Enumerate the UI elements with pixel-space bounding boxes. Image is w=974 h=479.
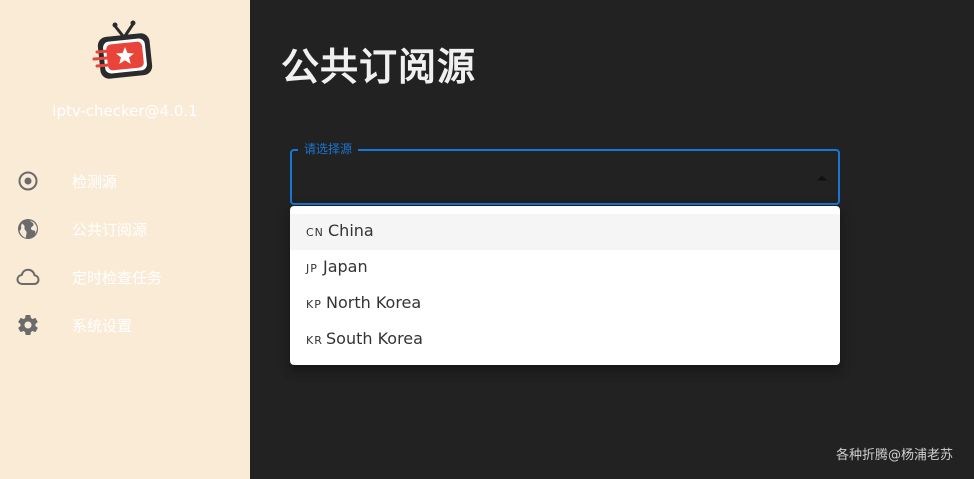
sidebar-item-label: 公共订阅源 [72, 221, 148, 239]
sidebar-item-public-sources[interactable]: 公共订阅源 [0, 209, 250, 249]
option-south-korea[interactable]: KR South Korea [290, 322, 840, 358]
option-north-korea[interactable]: KP North Korea [290, 286, 840, 322]
country-code: JP [306, 262, 318, 275]
country-code: KP [306, 298, 322, 311]
sidebar: iptv-checker@4.0.1 检测源 公共订阅源 定时检查任务 系统设置 [0, 0, 250, 479]
option-china[interactable]: CN China [290, 214, 840, 250]
country-code: CN [306, 226, 324, 239]
country-name: Japan [323, 257, 368, 276]
watermark: 各种折腾@杨浦老苏 [835, 448, 953, 463]
option-japan[interactable]: JP Japan [290, 250, 840, 286]
sidebar-item-label: 定时检查任务 [72, 269, 163, 287]
globe-icon [18, 219, 38, 239]
gear-icon [18, 315, 38, 336]
sidebar-item-check-sources[interactable]: 检测源 [0, 161, 250, 201]
tv-logo-icon [92, 20, 153, 79]
country-name: South Korea [326, 329, 423, 348]
sidebar-item-settings[interactable]: 系统设置 [0, 305, 250, 345]
cloud-icon [16, 268, 40, 285]
source-dropdown-menu: CN China JP Japan KP North Korea KR Sout… [290, 206, 840, 365]
sidebar-item-label: 系统设置 [72, 317, 133, 335]
source-select-label: 请选择源 [298, 141, 359, 157]
country-code: KR [306, 334, 323, 347]
radio-button-icon [18, 171, 38, 191]
caret-up-icon[interactable] [815, 171, 829, 185]
source-select[interactable] [290, 149, 840, 205]
country-name: China [328, 221, 374, 240]
sidebar-item-label: 检测源 [72, 173, 118, 191]
page-title: 公共订阅源 [281, 45, 477, 89]
app-name: iptv-checker@4.0.1 [52, 102, 198, 120]
country-name: North Korea [326, 293, 422, 312]
sidebar-item-scheduled-tasks[interactable]: 定时检查任务 [0, 257, 250, 297]
